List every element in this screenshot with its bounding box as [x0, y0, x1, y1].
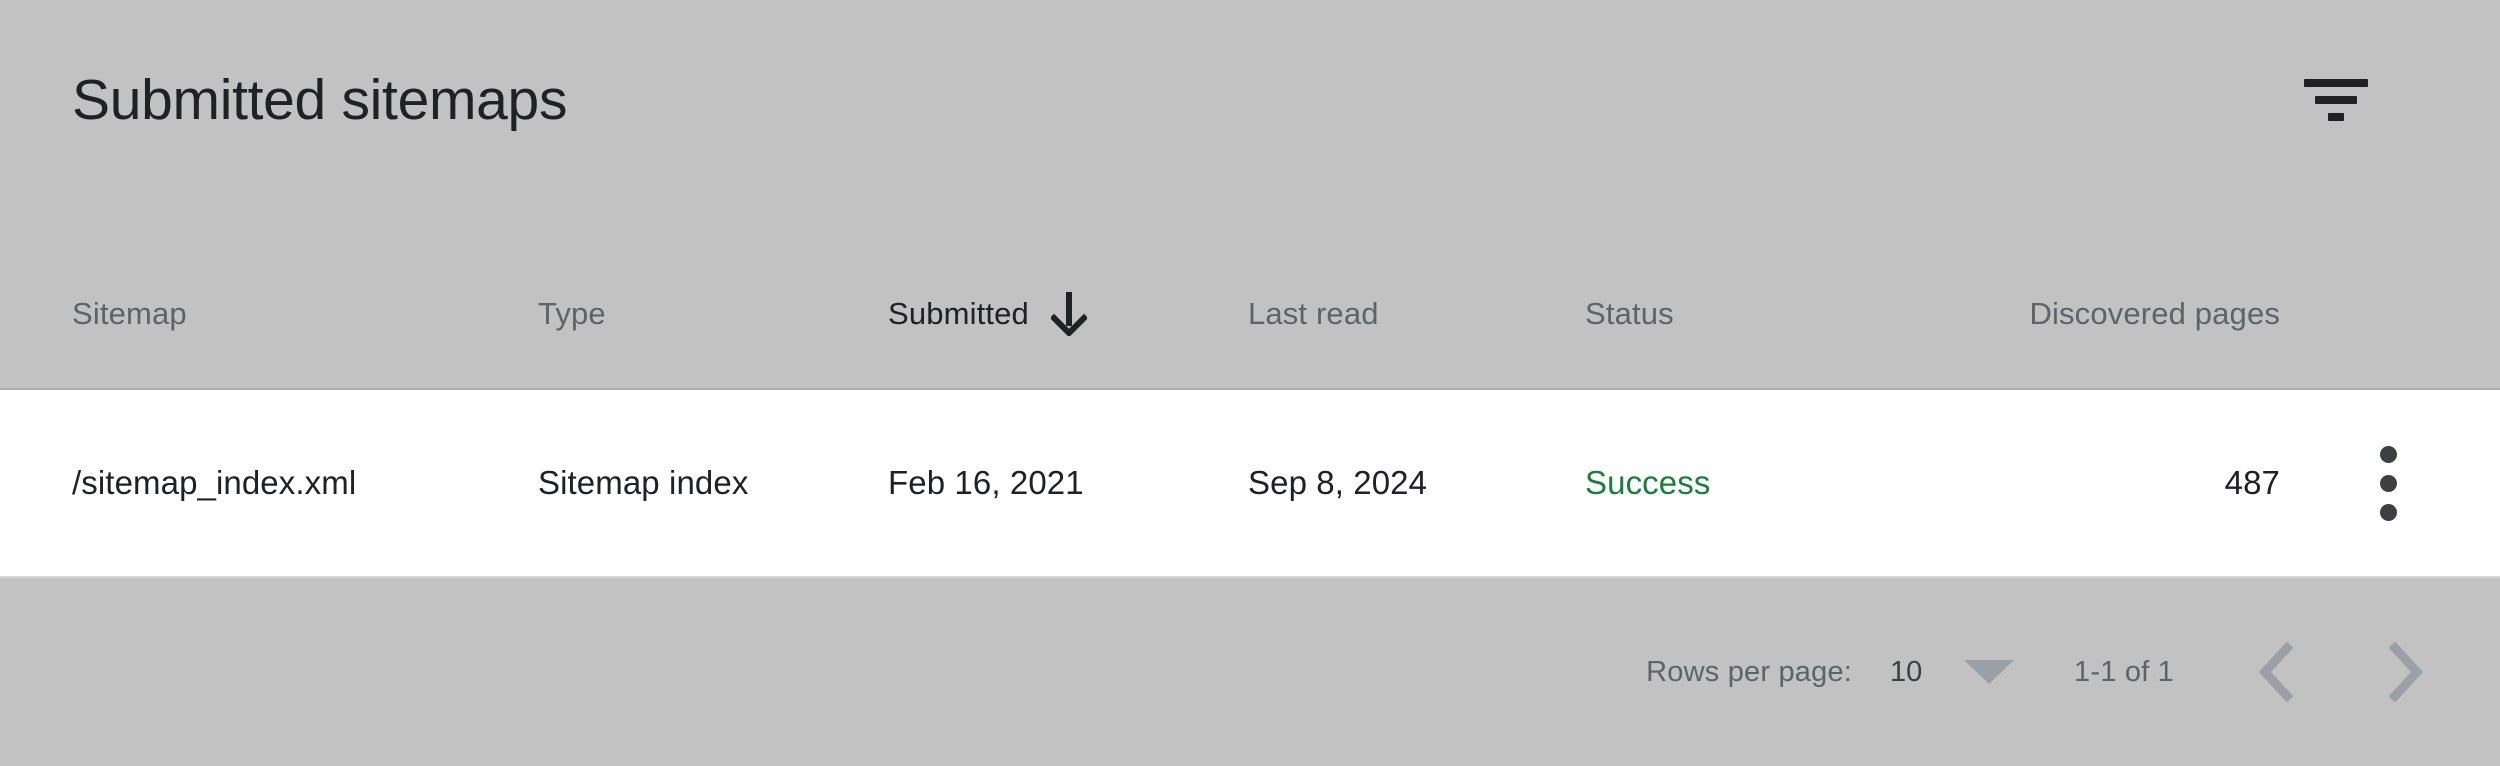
chevron-right-icon [2388, 642, 2424, 702]
next-page-button[interactable] [2358, 625, 2452, 719]
chevron-left-icon [2258, 642, 2294, 702]
table-footer: Rows per page: 10 1-1 of 1 [0, 580, 2500, 766]
submitted-sitemaps-panel: Submitted sitemaps Sitemap Type Submitte… [0, 0, 2500, 766]
status-badge: Success [1585, 464, 1711, 501]
column-header-sitemap[interactable]: Sitemap [72, 296, 187, 332]
kebab-dot-3 [2379, 503, 2397, 521]
row-actions-button[interactable] [2340, 435, 2436, 531]
column-header-last-read[interactable]: Last read [1248, 296, 1379, 332]
sitemap-url: /sitemap_index.xml [72, 464, 357, 501]
table-row[interactable]: /sitemap_index.xml Sitemap index Feb 16,… [0, 390, 2500, 578]
pagination-range-label: 1-1 of 1 [2074, 655, 2174, 688]
cell-last-read: Sep 8, 2024 [1248, 464, 1427, 502]
previous-page-button[interactable] [2230, 625, 2324, 719]
column-header-discovered-pages-label: Discovered pages [2029, 296, 2280, 331]
sitemap-type: Sitemap index [538, 464, 749, 501]
column-header-status[interactable]: Status [1585, 296, 1674, 332]
rows-per-page-select[interactable]: 10 [1890, 655, 2015, 689]
last-read-date: Sep 8, 2024 [1248, 464, 1428, 501]
kebab-dot-2 [2379, 474, 2397, 492]
panel-header: Submitted sitemaps [0, 0, 2500, 200]
cell-discovered-pages: 487 [1960, 464, 2280, 502]
cell-type: Sitemap index [538, 464, 748, 502]
column-header-type[interactable]: Type [538, 296, 606, 332]
column-header-status-label: Status [1585, 296, 1674, 331]
more-vert-icon [2379, 445, 2397, 521]
column-header-type-label: Type [538, 296, 606, 331]
pagination-controls: Rows per page: 10 1-1 of 1 [1646, 624, 2452, 720]
filter-icon [2304, 79, 2368, 121]
rows-per-page-value: 10 [1890, 655, 1923, 688]
column-header-discovered-pages[interactable]: Discovered pages [1960, 296, 2280, 332]
rows-per-page-label: Rows per page: [1646, 655, 1853, 688]
column-header-last-read-label: Last read [1248, 296, 1379, 331]
page-title: Submitted sitemaps [72, 67, 568, 132]
kebab-dot-1 [2379, 445, 2397, 463]
cell-status: Success [1585, 464, 1710, 502]
chevron-down-icon [1964, 660, 2015, 684]
column-header-sitemap-label: Sitemap [72, 296, 187, 331]
filter-button[interactable] [2288, 52, 2384, 148]
cell-sitemap[interactable]: /sitemap_index.xml [72, 464, 356, 502]
table-header-row: Sitemap Type Submitted Last read Status [0, 240, 2500, 390]
column-header-submitted-label: Submitted [888, 296, 1029, 331]
submitted-date: Feb 16, 2021 [888, 464, 1084, 501]
column-header-submitted[interactable]: Submitted [888, 292, 1087, 336]
cell-submitted: Feb 16, 2021 [888, 464, 1084, 502]
discovered-pages-count: 487 [2224, 464, 2280, 501]
arrow-down-icon [1050, 292, 1087, 336]
